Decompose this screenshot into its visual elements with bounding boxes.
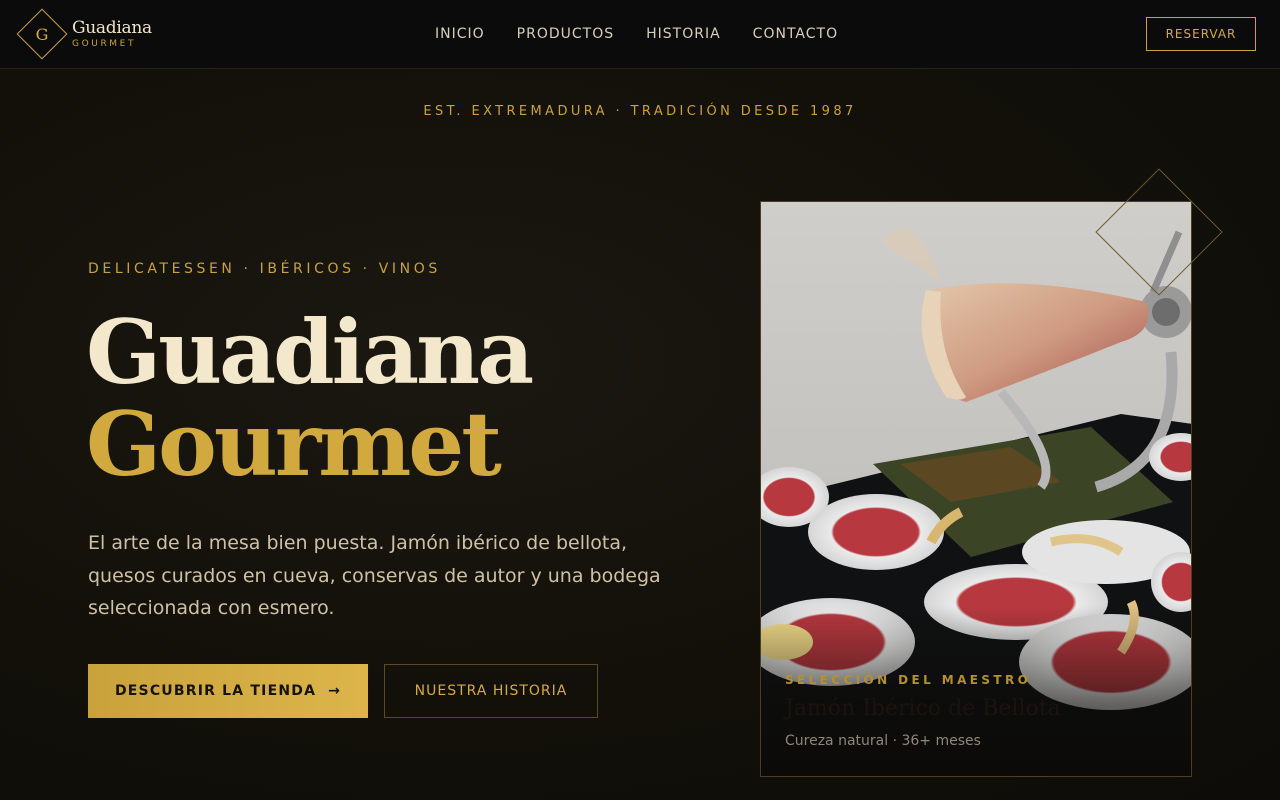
nav-item-historia[interactable]: HISTORIA	[646, 26, 721, 42]
reserve-button[interactable]: RESERVAR	[1146, 17, 1256, 51]
top-navigation-bar: G Guadiana GOURMET INICIO PRODUCTOS HIST…	[0, 0, 1280, 69]
nav-item-productos[interactable]: PRODUCTOS	[517, 26, 614, 42]
card-title: Jamón Ibérico de Bellota	[785, 696, 1061, 721]
hero-title-line-2: Gourmet	[86, 392, 502, 496]
hero-description: El arte de la mesa bien puesta. Jamón ib…	[88, 532, 661, 619]
brand-subtitle: GOURMET	[72, 38, 137, 49]
card-kicker: SELECCIÓN DEL MAESTRO	[785, 673, 1032, 687]
hero-title: Guadiana Gourmet	[86, 300, 534, 496]
diamond-logo-icon: G	[16, 8, 68, 60]
our-history-button[interactable]: NUESTRA HISTORIA	[384, 664, 598, 718]
established-tagline: EST. EXTREMADURA · TRADICIÓN DESDE 1987	[423, 104, 857, 119]
main-nav: INICIO PRODUCTOS HISTORIA CONTACTO	[435, 0, 838, 68]
logo-letter: G	[35, 24, 49, 44]
discover-shop-button[interactable]: DESCUBRIR LA TIENDA →	[88, 664, 368, 718]
nav-item-inicio[interactable]: INICIO	[435, 26, 485, 42]
brand-logo[interactable]: G Guadiana GOURMET	[16, 8, 152, 60]
hero-eyebrow: DELICATESSEN · IBÉRICOS · VINOS	[88, 261, 441, 277]
card-gradient-overlay	[761, 606, 1191, 776]
hero-title-line-1: Guadiana	[86, 300, 534, 404]
featured-product-card[interactable]: SELECCIÓN DEL MAESTRO Jamón Ibérico de B…	[760, 201, 1192, 777]
discover-shop-label: DESCUBRIR LA TIENDA	[114, 683, 317, 699]
brand-name: Guadiana	[72, 17, 152, 38]
nav-item-contacto[interactable]: CONTACTO	[753, 26, 838, 42]
card-subtitle: Cureza natural · 36+ meses	[785, 733, 981, 749]
arrow-right-icon: →	[328, 683, 342, 699]
